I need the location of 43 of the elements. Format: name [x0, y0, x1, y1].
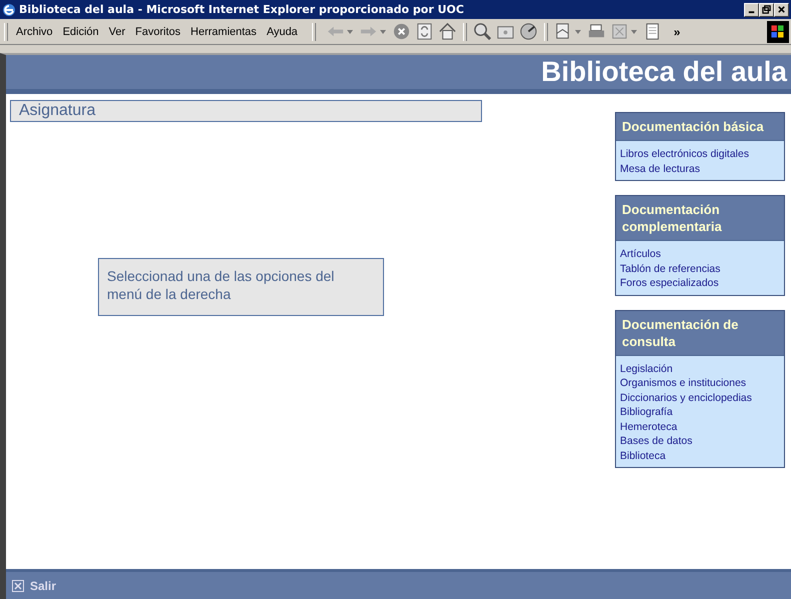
- more-button[interactable]: »: [674, 24, 680, 38]
- site-title: Biblioteca del aula: [541, 56, 787, 88]
- panel-heading: Documentación complementaria: [616, 196, 784, 241]
- browser-icon: [2, 2, 16, 16]
- menu-item[interactable]: Ayuda: [266, 26, 298, 38]
- history-icon[interactable]: [518, 22, 538, 41]
- restore-button[interactable]: [759, 2, 774, 16]
- panel-heading: Documentación básica: [616, 113, 784, 141]
- message-box: Seleccionad una de las opciones del menú de la derecha: [98, 258, 384, 316]
- menu-item[interactable]: Edición: [62, 26, 99, 38]
- menu-link[interactable]: Libros electrónicos digitales: [620, 147, 780, 162]
- restore-icon: [762, 5, 771, 14]
- window-title: Biblioteca del aula - Microsoft Internet Explorer proporcionado por UOC: [19, 3, 465, 16]
- menu-item[interactable]: Favoritos: [135, 26, 181, 38]
- menu-link[interactable]: Bibliografía: [620, 405, 780, 420]
- dropdown-arrow-icon[interactable]: [346, 30, 353, 34]
- menu-link[interactable]: Artículos: [620, 247, 780, 262]
- menu-link[interactable]: Mesa de lecturas: [620, 162, 780, 176]
- minimize-button[interactable]: [744, 2, 759, 16]
- close-icon: [12, 580, 24, 592]
- panel-heading: Documentación de consulta: [616, 310, 784, 356]
- menu-item[interactable]: Archivo: [16, 26, 53, 38]
- menu-item[interactable]: Herramientas: [190, 26, 257, 38]
- menu-link[interactable]: Bases de datos: [620, 434, 780, 448]
- menu-item[interactable]: Ver: [108, 26, 126, 38]
- subject-heading: Asignatura: [10, 100, 482, 122]
- menu-link[interactable]: Foros especializados: [620, 276, 780, 290]
- windows-logo-icon: [767, 20, 789, 42]
- menu-link[interactable]: Hemeroteca: [620, 420, 780, 434]
- stop-icon[interactable]: [392, 22, 411, 41]
- menu-link[interactable]: Tablón de referencias: [620, 262, 780, 276]
- menu-link[interactable]: Legislación: [620, 362, 780, 376]
- search-icon[interactable]: [472, 22, 492, 41]
- close-icon: [777, 5, 786, 14]
- dropdown-arrow-icon[interactable]: [630, 30, 637, 34]
- menu-link[interactable]: Diccionarios y enciclopedias: [620, 390, 780, 405]
- home-icon[interactable]: [438, 22, 457, 41]
- menu-link[interactable]: Organismos e instituciones: [620, 376, 780, 390]
- dropdown-arrow-icon[interactable]: [574, 30, 581, 34]
- dropdown-arrow-icon[interactable]: [380, 30, 386, 34]
- menu-link[interactable]: Biblioteca: [620, 448, 780, 463]
- refresh-icon[interactable]: [414, 22, 434, 41]
- close-button[interactable]: [774, 2, 789, 16]
